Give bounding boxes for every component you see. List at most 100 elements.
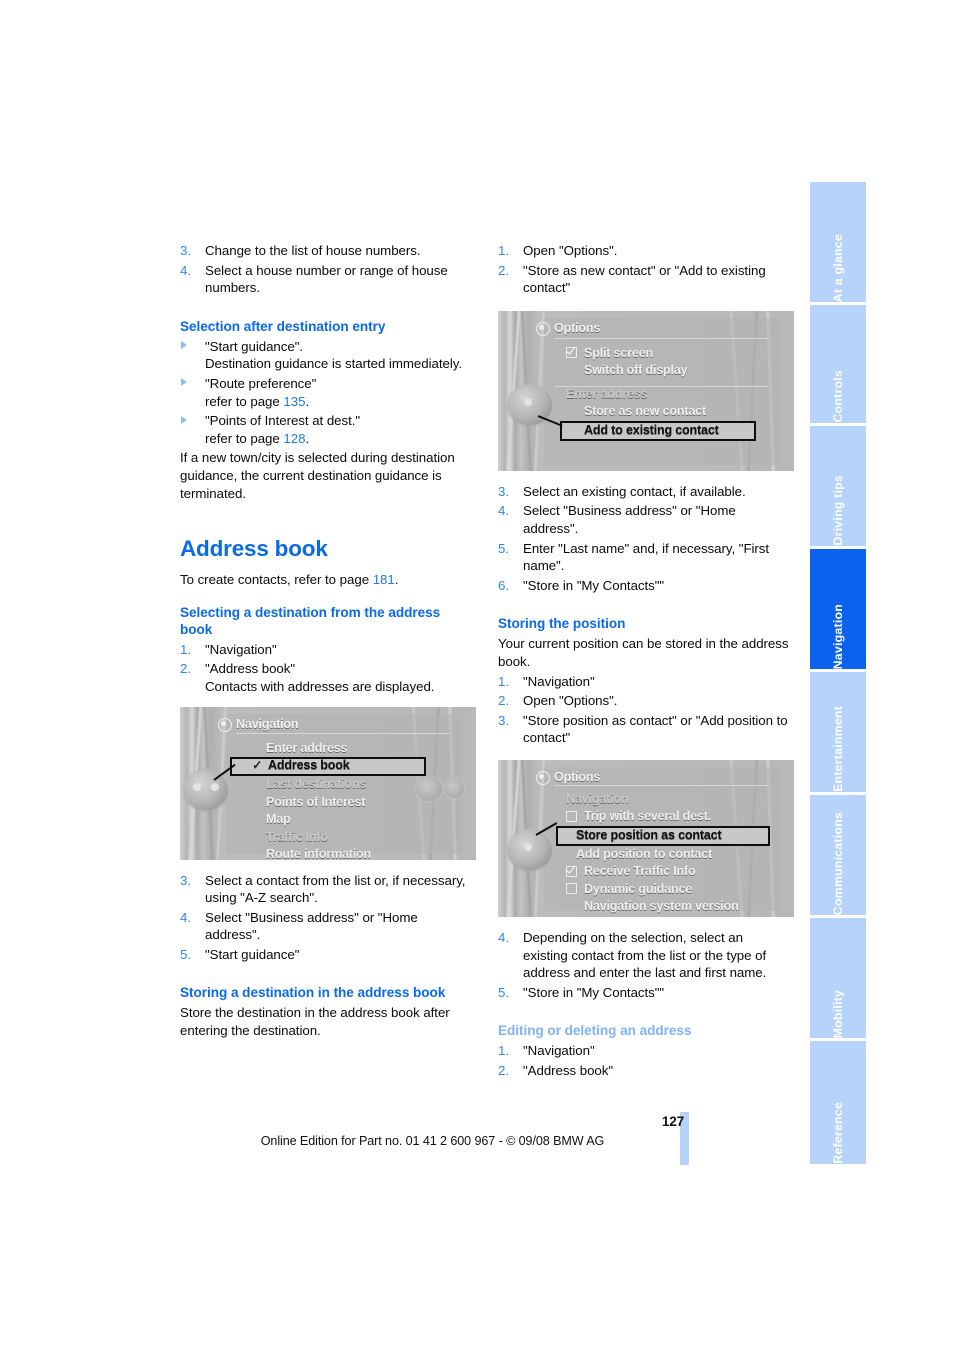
menu-item-traffic-info[interactable]: Traffic Info	[180, 829, 476, 847]
list-item: 3. Select a contact from the list or, if…	[180, 872, 472, 907]
option-navigation-group: Navigation	[566, 791, 629, 806]
sidebar-item-label: Entertainment	[831, 706, 845, 792]
page-content: 3. Change to the list of house numbers. …	[180, 242, 794, 1112]
sidebar-item-label: Mobility	[831, 989, 845, 1038]
menu-item-enter-address[interactable]: Enter address	[180, 740, 476, 758]
list-item: "Route preference" refer to page 135.	[180, 375, 472, 410]
step-text: Enter "Last name" and, if necessary, "Fi…	[523, 540, 770, 574]
step-number: 4.	[498, 503, 509, 519]
option-split-screen-label: Split screen	[584, 345, 653, 360]
side-button-left[interactable]	[416, 776, 442, 801]
idrive-controller-knob[interactable]	[508, 829, 552, 870]
sidebar-item-driving-tips[interactable]: Driving tips	[810, 426, 866, 546]
option-receive-traffic-label: Receive Traffic Info	[584, 864, 696, 879]
step-number: 4.	[180, 909, 191, 925]
option-add-to-existing-contact-label: Add to existing contact	[584, 422, 719, 437]
checkbox-empty-icon[interactable]	[566, 883, 577, 895]
list-item: "Points of Interest at dest." refer to p…	[180, 412, 472, 447]
step-subtext: Contacts with addresses are displayed.	[205, 678, 435, 694]
imprint-text: Online Edition for Part no. 01 41 2 600 …	[260, 1134, 605, 1148]
step-number: 6.	[498, 577, 509, 593]
step-number: 4.	[498, 929, 509, 945]
navigation-compass-icon	[218, 717, 232, 732]
sidebar-item-label: Driving tips	[831, 475, 845, 546]
list-item: 1. "Navigation"	[498, 673, 790, 691]
storing-position-note: Your current position can be stored in t…	[498, 636, 789, 669]
sidebar-item-navigation[interactable]: Navigation	[810, 549, 866, 669]
list-item: 5. Enter "Last name" and, if necessary, …	[498, 540, 790, 575]
step-number: 3.	[180, 243, 191, 258]
create-contacts-note: To create contacts, refer to page 181.	[180, 571, 472, 589]
checkbox-empty-icon[interactable]	[566, 810, 577, 822]
menu-item-map[interactable]: Map	[180, 811, 476, 829]
option-split-screen[interactable]: Split screen	[498, 345, 794, 363]
step-number: 4.	[180, 262, 191, 278]
triangle-bullet-icon	[181, 341, 187, 350]
option-dynamic-guidance[interactable]: Dynamic guidance	[498, 881, 794, 899]
step-number: 5.	[180, 946, 191, 962]
step-number: 3.	[498, 483, 509, 499]
checkbox-checked-icon[interactable]	[566, 347, 577, 359]
option-store-position-label: Store position as contact	[576, 827, 722, 842]
figure-title: Navigation	[236, 716, 299, 731]
note-new-town-city: If a new town/city is selected during de…	[180, 450, 455, 501]
checkbox-checked-icon[interactable]	[566, 865, 577, 877]
step-text: Select a contact from the list or, if ne…	[205, 872, 466, 906]
sidebar-item-communications[interactable]: Communications	[810, 795, 866, 915]
step-text: "Navigation"	[205, 641, 277, 657]
step-number: 1.	[498, 243, 509, 258]
checkmark-icon: ✓	[252, 758, 263, 772]
right-column: 1. Open "Options". 2. "Store as new cont…	[498, 242, 794, 1081]
step-number: 5.	[498, 984, 509, 1000]
heading-storing-destination: Storing a destination in the address boo…	[180, 985, 446, 1001]
option-add-to-existing-contact-row[interactable]: Add to existing contact	[498, 420, 794, 441]
figure-options-position: Options Navigation Trip with several des…	[498, 759, 794, 917]
arrow-item-tail: .	[305, 430, 310, 446]
list-item: 3. "Store position as contact" or "Add p…	[498, 712, 790, 747]
create-contacts-post: .	[394, 572, 399, 588]
triangle-bullet-icon	[181, 415, 187, 424]
option-navigation-system-version[interactable]: Navigation system version	[498, 898, 794, 916]
arrow-item-subtext: refer to page	[205, 430, 284, 446]
chapter-tab-rail: At a glance Controls Driving tips Naviga…	[810, 182, 866, 1167]
figure-options-contact: Options Split screen Switch off display …	[498, 310, 794, 471]
page-reference[interactable]: 128	[283, 431, 305, 446]
step-number: 2.	[180, 661, 191, 677]
sidebar-item-entertainment[interactable]: Entertainment	[810, 672, 866, 792]
step-number: 1.	[498, 673, 509, 689]
sidebar-item-label: At a glance	[831, 233, 845, 302]
figure-title: Options	[554, 769, 601, 784]
sidebar-item-controls[interactable]: Controls	[810, 305, 866, 423]
step-number: 3.	[180, 872, 191, 888]
step-number: 2.	[498, 262, 509, 278]
figure-navigation-menu: Navigation Enter address ✓ Address book …	[180, 706, 476, 860]
arrow-item-tail: .	[305, 393, 310, 409]
menu-item-route-information[interactable]: Route information	[180, 846, 476, 860]
list-item: 2. Open "Options".	[498, 692, 790, 710]
step-number: 1.	[498, 1043, 509, 1059]
list-item: 1. Open "Options".	[498, 242, 790, 260]
steps-selecting-destination: 1. "Navigation" 2. "Address book" Contac…	[180, 641, 472, 696]
manual-page: 3. Change to the list of house numbers. …	[0, 0, 954, 1350]
list-item: 4. Select "Business address" or "Home ad…	[498, 502, 790, 537]
page-reference[interactable]: 181	[373, 572, 395, 587]
step-number: 2.	[498, 693, 509, 709]
left-column: 3. Change to the list of house numbers. …	[180, 242, 476, 1042]
arrow-item-subtext: refer to page	[205, 393, 284, 409]
list-item: 2. "Address book" Contacts with addresse…	[180, 660, 472, 695]
option-trip-with-several-dest[interactable]: Trip with several dest.	[498, 808, 794, 826]
steps-after-navigation-figure: 3. Select a contact from the list or, if…	[180, 872, 472, 964]
arrow-list-selection: "Start guidance". Destination guidance i…	[180, 338, 472, 448]
page-reference[interactable]: 135	[283, 394, 305, 409]
side-button-right[interactable]	[445, 778, 464, 798]
sidebar-item-label: Communications	[831, 811, 845, 915]
sidebar-item-reference[interactable]: Reference	[810, 1041, 866, 1164]
step-number: 3.	[498, 712, 509, 728]
sidebar-item-label: Reference	[831, 1102, 845, 1164]
sidebar-item-mobility[interactable]: Mobility	[810, 918, 866, 1038]
option-switch-off-display[interactable]: Switch off display	[498, 362, 794, 380]
list-item: 2. "Address book"	[498, 1062, 790, 1080]
sidebar-item-label: Controls	[831, 370, 845, 423]
steps-house-numbers: 3. Change to the list of house numbers. …	[180, 242, 472, 297]
sidebar-item-at-a-glance[interactable]: At a glance	[810, 182, 866, 302]
